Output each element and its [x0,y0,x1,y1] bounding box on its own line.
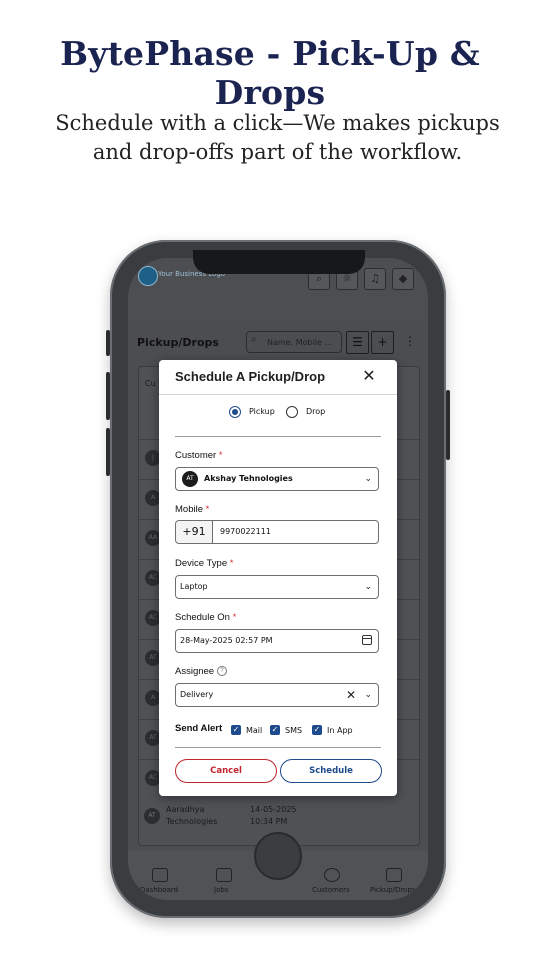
home-shield-button[interactable] [254,832,302,880]
tab-pickup-drops[interactable]: Pickup/Drops [370,886,415,894]
scheduled-date: 14-05-2025 [250,805,297,814]
assignee-select[interactable]: Delivery ✕ ⌄ [175,683,379,707]
subtitle-line-1: Schedule with a click—We makes pickups [55,111,500,135]
page-title: Pickup/Drops [137,336,219,349]
add-button[interactable]: + [371,331,394,354]
customer-avatar: AT [182,471,198,487]
chevron-down-icon: ⌄ [364,474,372,484]
tab-customers[interactable]: Customers [312,886,350,894]
chevron-down-icon: ⌄ [364,582,372,592]
pickup-radio[interactable] [229,406,241,418]
device-type-select[interactable]: Laptop ⌄ [175,575,379,599]
assignee-value: Delivery [180,690,214,699]
device-type-label: Device Type * [175,558,234,569]
modal-title: Schedule A Pickup/Drop [175,369,326,384]
drop-radio[interactable] [286,406,298,418]
notification-icon[interactable]: ♫ [364,268,386,290]
shield-icon[interactable]: ◆ [392,268,414,290]
mobile-field[interactable]: +91 9970022111 [175,520,379,544]
phone-power-button [446,390,450,460]
search-input[interactable]: Name, Mobile ... [246,331,342,353]
subtitle-line-2: and drop-offs part of the workflow. [92,140,463,164]
customers-icon [324,868,340,882]
sms-checkbox-label: SMS [285,726,303,735]
send-alert-label: Send Alert [175,723,223,734]
schedule-modal: Schedule A Pickup/Drop ✕ Pickup Drop Cus… [159,360,397,796]
divider [175,436,381,437]
clear-icon[interactable]: ✕ [346,684,356,706]
chevron-down-icon: ⌄ [364,690,372,700]
schedule-on-field[interactable]: 28-May-2025 02:57 PM [175,629,379,653]
schedule-button[interactable]: Schedule [280,759,382,783]
mail-checkbox[interactable]: ✓ [231,725,241,735]
cancel-button[interactable]: Cancel [175,759,277,783]
assignee-label: Assignee? [175,666,228,677]
calendar-icon[interactable] [362,635,372,645]
list-view-toggle[interactable]: ☰ [346,331,369,354]
phone-volume-up-button [106,372,110,420]
customer-name: Aaradhya [166,805,205,814]
phone-volume-down-button [106,428,110,476]
customer-value: Akshay Tehnologies [204,474,293,483]
schedule-on-label: Schedule On * [175,612,237,623]
mail-checkbox-label: Mail [246,726,263,735]
pickup-drops-icon [386,868,402,882]
in-app-checkbox[interactable]: ✓ [312,725,322,735]
tab-dashboard[interactable]: Dashboard [140,886,178,894]
headline: BytePhase - Pick-Up & Drops [60,34,480,112]
divider [159,394,397,395]
schedule-on-value: 28-May-2025 02:57 PM [180,636,273,645]
mobile-value: 9970022111 [220,527,271,536]
customer-label: Customer * [175,450,223,461]
in-app-checkbox-label: In App [327,726,353,735]
divider [175,747,381,748]
close-icon[interactable]: ✕ [361,365,377,387]
jobs-icon [216,868,232,882]
phone-notch [193,250,365,274]
tab-jobs[interactable]: Jobs [214,886,228,894]
more-options-icon[interactable]: ⋮ [404,334,416,348]
customer-name-line2: Technologies [166,817,218,826]
drop-radio-label: Drop [306,407,326,416]
device-type-value: Laptop [180,582,208,591]
table-header: Cu [145,379,156,388]
dashboard-icon [152,868,168,882]
mobile-label: Mobile * [175,504,210,515]
scheduled-time: 10:34 PM [250,817,288,826]
business-logo-icon [138,266,158,286]
customer-select[interactable]: AT Akshay Tehnologies ⌄ [175,467,379,491]
country-code: +91 [176,521,213,543]
sms-checkbox[interactable]: ✓ [270,725,280,735]
phone-side-button [106,330,110,356]
avatar: AT [144,808,160,824]
pickup-radio-label: Pickup [249,407,275,416]
help-icon[interactable]: ? [217,666,228,677]
